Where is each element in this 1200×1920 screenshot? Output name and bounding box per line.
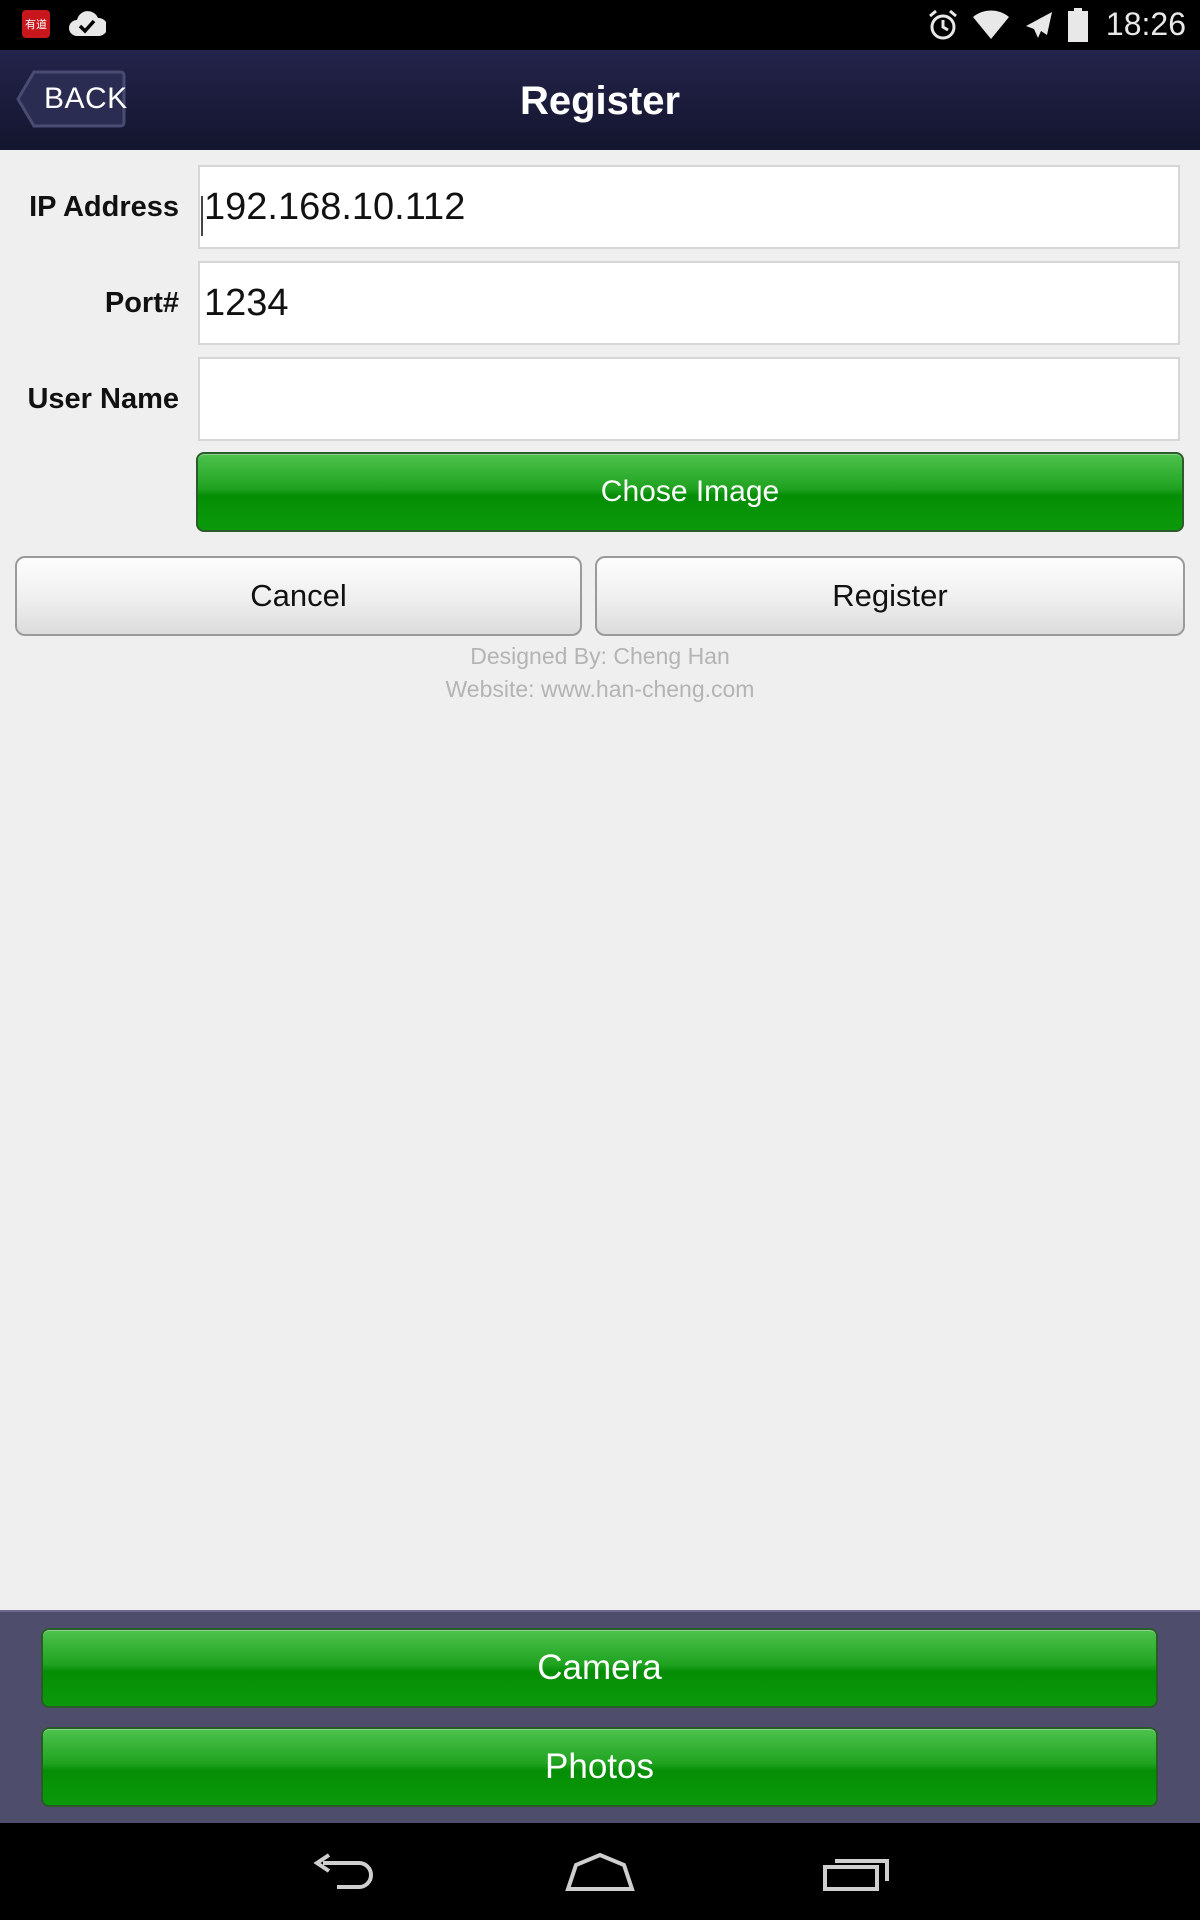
ip-address-input[interactable] [198, 165, 1180, 249]
nav-home-icon[interactable] [540, 1843, 660, 1903]
camera-button[interactable]: Camera [41, 1628, 1158, 1708]
text-caret [201, 196, 203, 236]
username-label: User Name [27, 383, 179, 415]
port-label: Port# [104, 287, 179, 319]
wifi-icon [972, 9, 1010, 41]
airplane-mode-icon [1022, 8, 1056, 42]
page-title: Register [519, 79, 681, 123]
username-row: User Name [0, 357, 1200, 441]
status-time: 18:26 [1105, 6, 1186, 42]
designer-credit: Designed By: Cheng Han [470, 643, 730, 669]
nav-recents-icon[interactable] [797, 1843, 917, 1903]
cloud-check-icon [68, 10, 106, 38]
ip-address-label: IP Address [29, 191, 179, 223]
status-bar: 有道 18:26 [0, 0, 1200, 50]
chose-image-button[interactable]: Chose Image [196, 452, 1184, 532]
register-button[interactable]: Register [595, 556, 1185, 636]
image-source-panel: Camera Photos [0, 1610, 1200, 1823]
port-row: Port# [0, 261, 1200, 345]
system-status-icons: 18:26 [926, 6, 1186, 43]
cancel-button[interactable]: Cancel [15, 556, 582, 636]
nav-back-icon[interactable] [283, 1843, 403, 1903]
ip-address-row: IP Address [0, 165, 1200, 249]
username-input[interactable] [198, 357, 1180, 441]
battery-icon [1067, 7, 1088, 42]
navigation-bar [0, 1823, 1200, 1920]
youdao-app-icon: 有道 [22, 10, 50, 38]
title-bar: BACK Register [0, 50, 1200, 150]
website-credit: Website: www.han-cheng.com [445, 676, 755, 702]
alarm-icon [926, 8, 960, 42]
back-button-label: BACK [44, 82, 128, 115]
photos-button[interactable]: Photos [41, 1727, 1158, 1807]
back-button[interactable]: BACK [16, 70, 128, 128]
port-input[interactable] [198, 261, 1180, 345]
notification-icons: 有道 [22, 10, 106, 38]
